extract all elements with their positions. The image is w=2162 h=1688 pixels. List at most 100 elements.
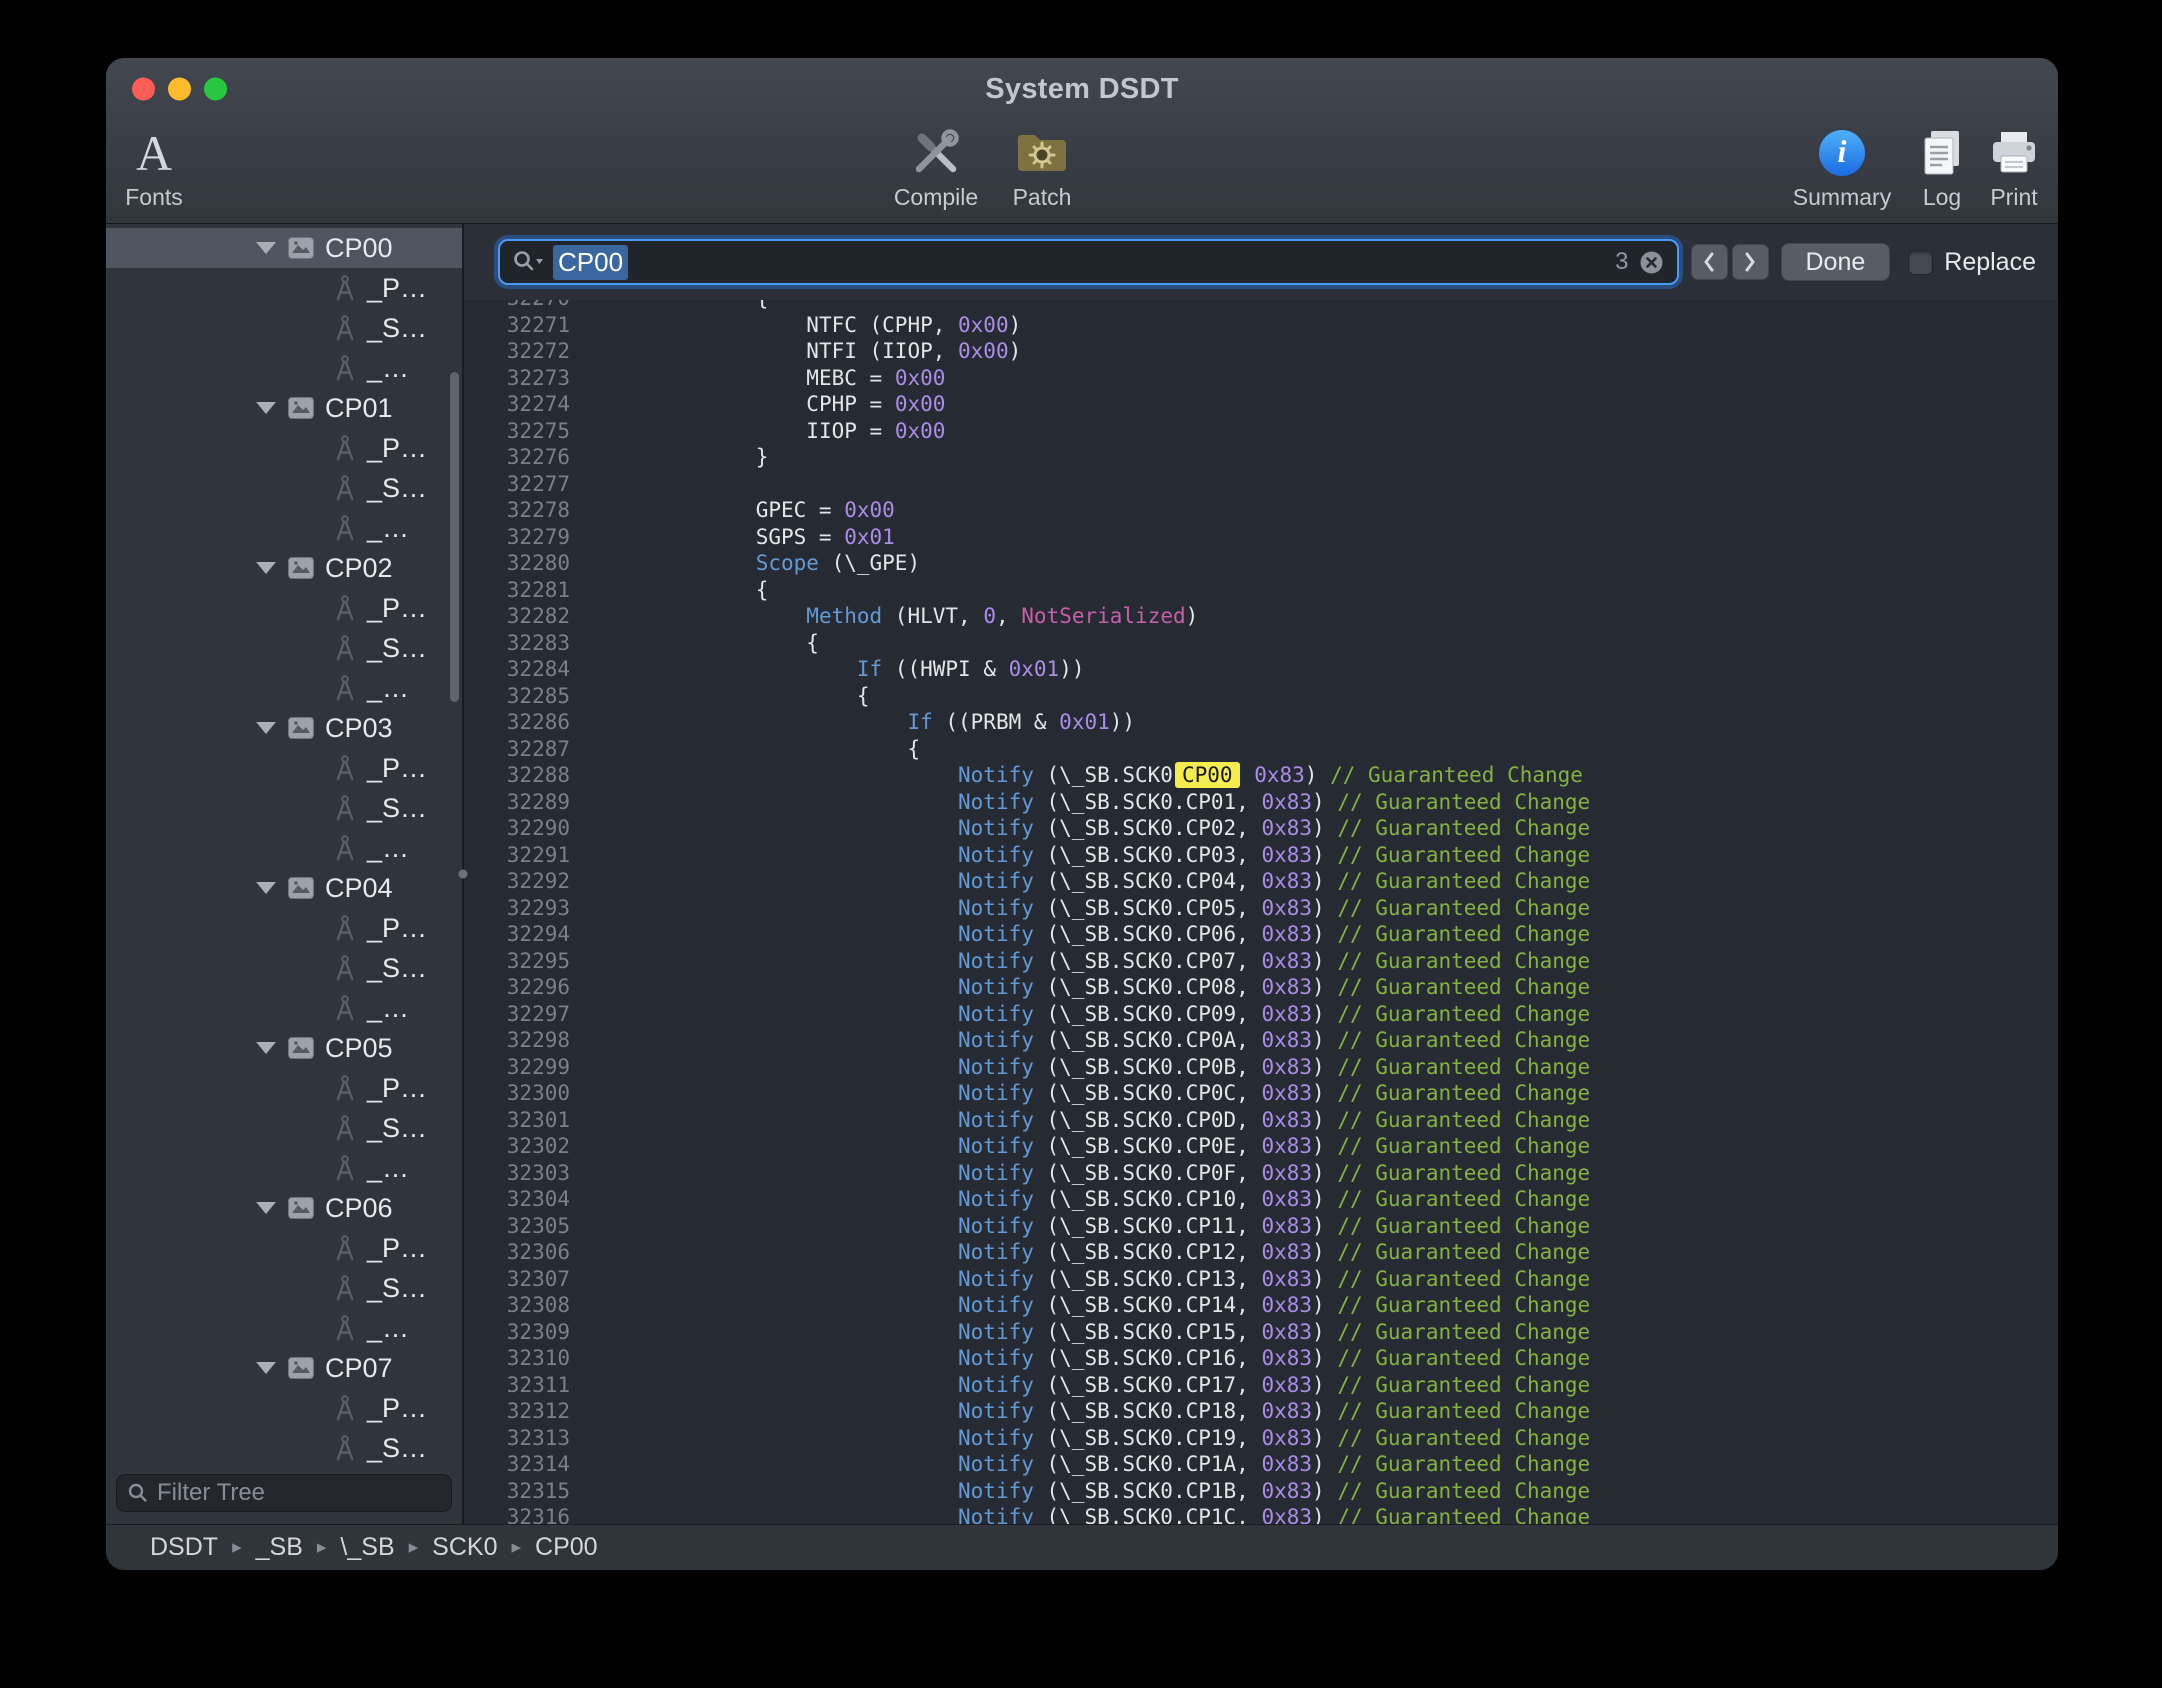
tree-node-cp07[interactable]: CP07: [106, 1348, 462, 1388]
breadcrumb-cp00[interactable]: CP00: [535, 1533, 598, 1562]
print-button[interactable]: Print: [1944, 122, 2058, 211]
disclosure-triangle-icon[interactable]: [256, 562, 276, 574]
line-number: 32276: [464, 444, 570, 471]
sidebar-scrollbar[interactable]: [450, 372, 459, 702]
method-icon: [334, 1235, 356, 1261]
disclosure-triangle-icon[interactable]: [256, 722, 276, 734]
tree-node-cp03[interactable]: CP03: [106, 708, 462, 748]
tree-node-label: _S…: [367, 633, 427, 664]
tree-child-node[interactable]: _…: [106, 1148, 462, 1188]
tree-child-node[interactable]: _…: [106, 988, 462, 1028]
tree-node-cp06[interactable]: CP06: [106, 1188, 462, 1228]
tree-node-cp04[interactable]: CP04: [106, 868, 462, 908]
filter-tree-field[interactable]: Filter Tree: [116, 1474, 452, 1512]
tree-node-label: _…: [367, 353, 409, 384]
fonts-button[interactable]: A Fonts: [106, 122, 224, 211]
clear-search-icon[interactable]: [1638, 249, 1665, 276]
code-line: 32273 MEBC = 0x00: [464, 365, 2058, 392]
tree-child-node[interactable]: _S…: [106, 788, 462, 828]
code-line: 32274 CPHP = 0x00: [464, 391, 2058, 418]
code-line: 32296 Notify (\_SB.SCK0.CP08, 0x83) // G…: [464, 974, 2058, 1001]
tree-child-node[interactable]: _…: [106, 668, 462, 708]
breadcrumb-separator-icon: ▸: [232, 1536, 242, 1559]
code-line: 32316 Notify (\_SB.SCK0.CP1C, 0x83) // G…: [464, 1504, 2058, 1524]
line-number: 32312: [464, 1398, 570, 1425]
tree-node-cp02[interactable]: CP02: [106, 548, 462, 588]
tree-node-label: _…: [367, 833, 409, 864]
find-next-button[interactable]: [1732, 244, 1769, 280]
tree-child-node[interactable]: _S…: [106, 948, 462, 988]
line-number: 32277: [464, 471, 570, 498]
tree-node-label: _…: [367, 673, 409, 704]
patch-button[interactable]: Patch: [972, 122, 1112, 211]
tree-child-node[interactable]: _…: [106, 828, 462, 868]
patch-icon: [1015, 122, 1069, 184]
code-area[interactable]: 32270 {32271 NTFC (CPHP, 0x00)32272 NTFI…: [464, 300, 2058, 1524]
tree-node-label: _P…: [367, 753, 427, 784]
tree-child-node[interactable]: _P…: [106, 428, 462, 468]
tree-child-node[interactable]: _P…: [106, 1068, 462, 1108]
done-button[interactable]: Done: [1781, 243, 1891, 281]
minimize-button[interactable]: [168, 78, 191, 101]
tree-child-node[interactable]: _P…: [106, 268, 462, 308]
tree-child-node[interactable]: _P…: [106, 1388, 462, 1428]
line-number: 32270: [464, 300, 570, 312]
filter-placeholder: Filter Tree: [157, 1479, 265, 1507]
replace-toggle[interactable]: Replace: [1908, 248, 2036, 277]
disclosure-triangle-icon[interactable]: [256, 882, 276, 894]
method-icon: [334, 755, 356, 781]
tree-node-cp01[interactable]: CP01: [106, 388, 462, 428]
tree-child-node[interactable]: _P…: [106, 588, 462, 628]
code-line: 32289 Notify (\_SB.SCK0.CP01, 0x83) // G…: [464, 789, 2058, 816]
close-button[interactable]: [132, 78, 155, 101]
breadcrumb-sb-root[interactable]: \_SB: [340, 1533, 394, 1562]
tree-child-node[interactable]: _…: [106, 508, 462, 548]
code-line: 32283 {: [464, 630, 2058, 657]
app-window: System DSDT A Fonts: [106, 58, 2058, 1570]
line-number: 32282: [464, 603, 570, 630]
tree-node-cp00[interactable]: CP00: [106, 228, 462, 268]
tree-child-node[interactable]: _…: [106, 348, 462, 388]
tree-child-node[interactable]: _P…: [106, 908, 462, 948]
tree-child-node[interactable]: _S…: [106, 308, 462, 348]
traffic-lights: [132, 78, 227, 101]
tree-node-label: CP02: [325, 553, 393, 584]
match-count: 3: [1615, 248, 1628, 276]
disclosure-triangle-icon[interactable]: [256, 1362, 276, 1374]
code-line: 32271 NTFC (CPHP, 0x00): [464, 312, 2058, 339]
tree-child-node[interactable]: _S…: [106, 628, 462, 668]
tree-node-cp05[interactable]: CP05: [106, 1028, 462, 1068]
breadcrumb-sck0[interactable]: SCK0: [432, 1533, 497, 1562]
tree-child-node[interactable]: _S…: [106, 1268, 462, 1308]
method-icon: [334, 1275, 356, 1301]
search-field[interactable]: CP00 3: [498, 239, 1679, 285]
search-menu-icon[interactable]: [512, 249, 544, 275]
tree-child-node[interactable]: _S…: [106, 1108, 462, 1148]
disclosure-triangle-icon[interactable]: [256, 402, 276, 414]
method-icon: [334, 1115, 356, 1141]
disclosure-triangle-icon[interactable]: [256, 1042, 276, 1054]
method-icon: [334, 355, 356, 381]
tree-child-node[interactable]: _S…: [106, 1428, 462, 1466]
breadcrumb-sb[interactable]: _SB: [256, 1533, 303, 1562]
replace-checkbox[interactable]: [1908, 250, 1933, 275]
line-number: 32314: [464, 1451, 570, 1478]
zoom-button[interactable]: [204, 78, 227, 101]
find-previous-button[interactable]: [1691, 244, 1728, 280]
tree-child-node[interactable]: _S…: [106, 468, 462, 508]
line-number: 32315: [464, 1478, 570, 1505]
code-line: 32305 Notify (\_SB.SCK0.CP11, 0x83) // G…: [464, 1213, 2058, 1240]
code-line: 32290 Notify (\_SB.SCK0.CP02, 0x83) // G…: [464, 815, 2058, 842]
line-number: 32310: [464, 1345, 570, 1372]
code-line: 32308 Notify (\_SB.SCK0.CP14, 0x83) // G…: [464, 1292, 2058, 1319]
tree-child-node[interactable]: _P…: [106, 1228, 462, 1268]
source-code: 32270 {32271 NTFC (CPHP, 0x00)32272 NTFI…: [464, 300, 2058, 1524]
disclosure-triangle-icon[interactable]: [256, 242, 276, 254]
tree-child-node[interactable]: _P…: [106, 748, 462, 788]
tree-node-label: CP06: [325, 1193, 393, 1224]
tree-child-node[interactable]: _…: [106, 1308, 462, 1348]
scope-icon: [288, 237, 314, 259]
disclosure-triangle-icon[interactable]: [256, 1202, 276, 1214]
code-line: 32277: [464, 471, 2058, 498]
breadcrumb-dsdt[interactable]: DSDT: [150, 1533, 218, 1562]
